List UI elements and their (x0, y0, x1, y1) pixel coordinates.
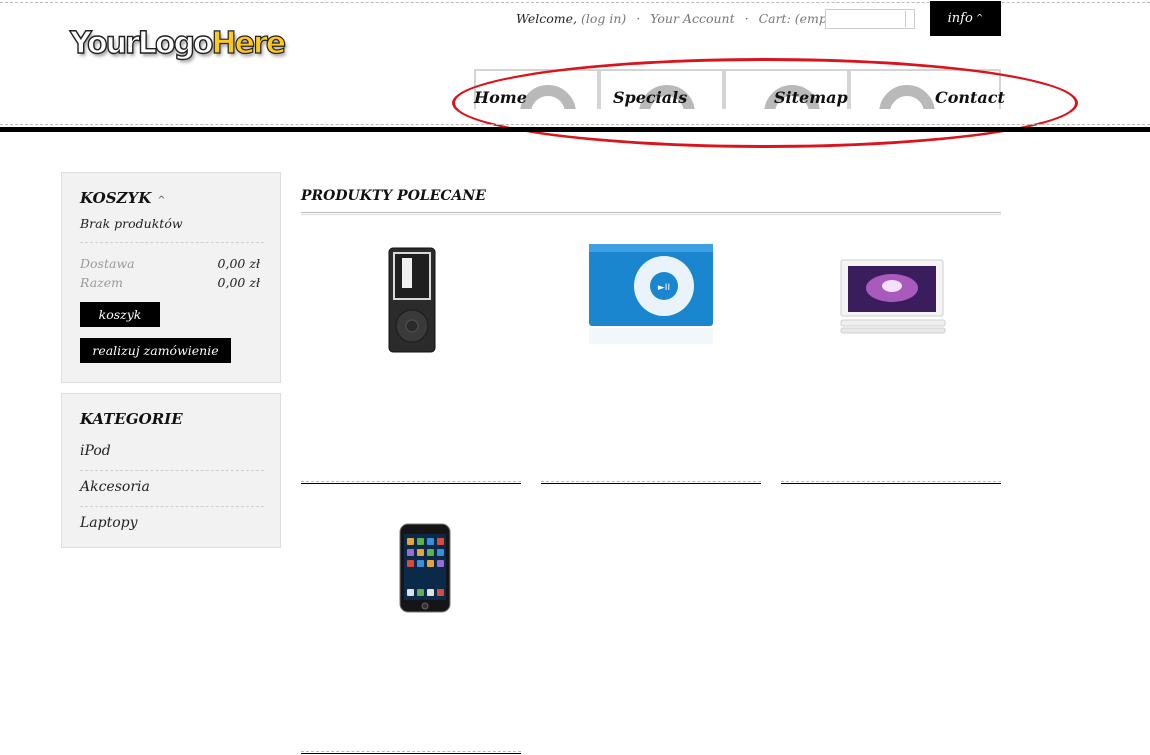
categories-title: KATEGORIE (80, 410, 183, 428)
product-macbook[interactable] (781, 240, 1001, 360)
cart-empty-text: Brak produktów (80, 216, 183, 231)
category-akcesoria[interactable]: Akcesoria (80, 479, 150, 495)
product-ipod-touch[interactable] (301, 518, 521, 622)
nav-home[interactable]: Home (474, 88, 527, 107)
category-laptopy[interactable]: Laptopy (80, 515, 138, 531)
product-ipod-shuffle[interactable]: ►II (541, 240, 761, 360)
total-label: Razem (80, 275, 123, 290)
featured-title-rule (301, 212, 1001, 215)
cart-title[interactable]: KOSZYK ^ (80, 189, 166, 207)
header-black-bar (0, 127, 1150, 132)
user-bar: Welcome, (log in) · Your Account · Cart:… (516, 11, 844, 26)
login-link[interactable]: (log in) (581, 11, 626, 26)
svg-text:►II: ►II (658, 283, 670, 293)
chevron-up-icon: ^ (975, 13, 984, 24)
product-divider (781, 481, 1001, 484)
info-button[interactable]: info ^ (930, 1, 1001, 36)
nav-contact[interactable]: Contact (935, 88, 1005, 107)
cart-button[interactable]: koszyk (80, 302, 160, 327)
product-divider (301, 481, 521, 484)
ipod-touch-image[interactable] (301, 518, 521, 622)
cart-box: KOSZYK ^ Brak produktów Dostawa 0,00 zł R… (61, 172, 281, 383)
product-ipod-nano[interactable] (301, 240, 521, 360)
ipod-nano-image[interactable] (301, 240, 521, 360)
categories-box: KATEGORIE iPod Akcesoria Laptopy (61, 393, 281, 548)
shipping-label: Dostawa (80, 256, 135, 271)
header-bottom-border (0, 124, 1150, 125)
site-logo[interactable]: YourLogoHere (69, 25, 286, 61)
divider (80, 506, 264, 507)
nav-specials[interactable]: Specials (613, 88, 687, 107)
featured-title: PRODUKTY POLECANE (301, 188, 486, 204)
category-ipod[interactable]: iPod (80, 443, 111, 459)
your-account-link[interactable]: Your Account (650, 11, 734, 26)
product-divider (301, 751, 521, 754)
macbook-image[interactable] (781, 240, 1001, 360)
total-value: 0,00 zł (217, 275, 260, 290)
divider (80, 242, 264, 243)
ipod-shuffle-image[interactable]: ►II (541, 240, 761, 360)
checkout-button[interactable]: realizuj zamówienie (80, 338, 231, 363)
search-input[interactable] (825, 9, 915, 29)
chevron-up-icon: ^ (157, 195, 166, 206)
divider (80, 470, 264, 471)
shipping-value: 0,00 zł (217, 256, 260, 271)
nav-sitemap[interactable]: Sitemap (774, 88, 848, 107)
welcome-text: Welcome, (516, 11, 577, 26)
product-divider (541, 481, 761, 484)
